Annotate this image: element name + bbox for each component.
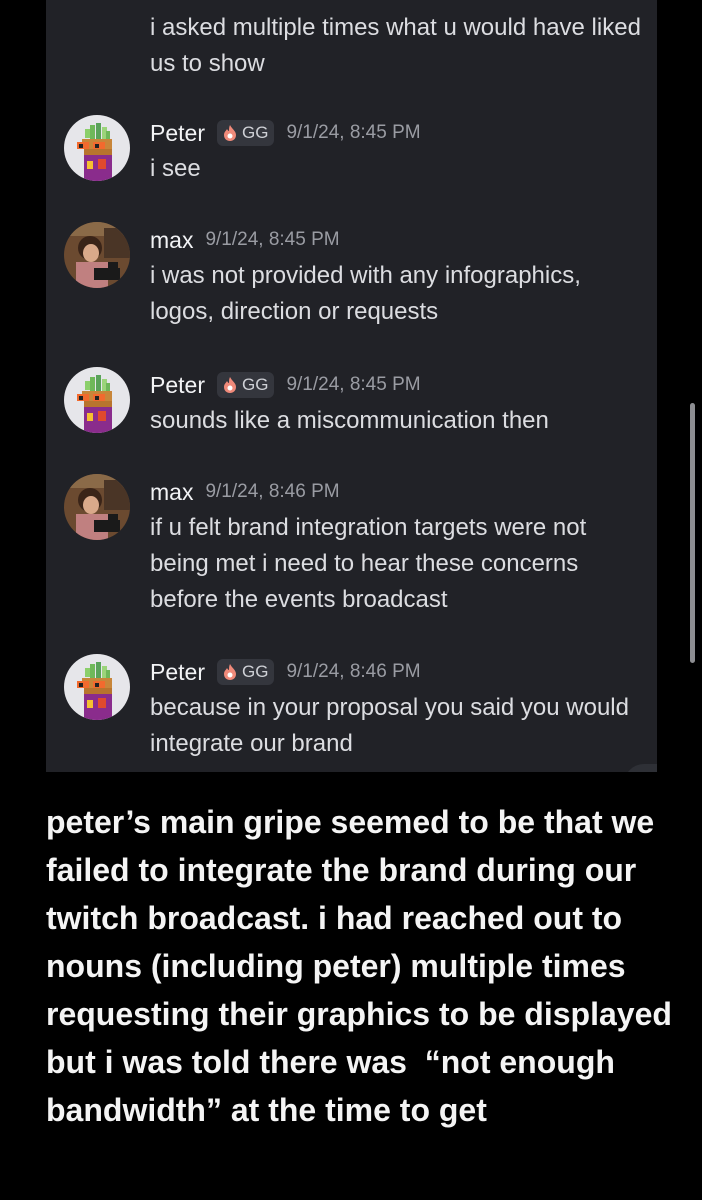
avatar-peter[interactable] [64,115,130,181]
avatar-max[interactable] [64,474,130,540]
message-text: sounds like a miscommunication then [150,407,549,434]
flame-icon [223,125,236,141]
username[interactable]: max [150,479,193,506]
chat-screenshot: i asked multiple times what u would have… [46,0,657,772]
guild-tag[interactable]: GG [216,120,275,146]
timestamp: 9/1/24, 8:46 PM [286,661,421,682]
username[interactable]: Peter [150,120,205,147]
message-header: max 9/1/24, 8:46 PM [150,476,340,508]
flame-icon [223,664,236,680]
flame-icon [223,377,236,393]
message-text: because in your proposal you said you wo… [150,694,629,757]
timestamp: 9/1/24, 8:45 PM [205,229,340,250]
guild-tag[interactable]: GG [216,372,275,398]
caption-text: peter’s main gripe seemed to be that we … [46,804,672,1128]
message-text: i was not provided with any infographics… [150,262,581,325]
username[interactable]: max [150,227,193,254]
avatar-peter[interactable] [64,654,130,720]
message-header: max 9/1/24, 8:45 PM [150,224,340,256]
guild-tag-label: GG [241,375,269,394]
timestamp: 9/1/24, 8:46 PM [205,481,340,502]
username[interactable]: Peter [150,372,205,399]
jump-to-present-button[interactable] [624,764,657,772]
message-text: if u felt brand integration targets were… [150,514,587,613]
guild-tag-label: GG [241,123,269,142]
timestamp: 9/1/24, 8:45 PM [286,374,421,395]
avatar-peter[interactable] [64,367,130,433]
timestamp: 9/1/24, 8:45 PM [286,122,421,143]
message-header: Peter GG 9/1/24, 8:45 PM [150,369,421,401]
message-text: i see [150,155,201,182]
scrollbar[interactable] [690,403,695,663]
username[interactable]: Peter [150,659,205,686]
message-header: Peter GG 9/1/24, 8:45 PM [150,117,421,149]
guild-tag-label: GG [241,662,269,681]
previous-message-text: i asked multiple times what u would have… [150,14,641,77]
message-header: Peter GG 9/1/24, 8:46 PM [150,656,421,688]
avatar-max[interactable] [64,222,130,288]
guild-tag[interactable]: GG [216,659,275,685]
